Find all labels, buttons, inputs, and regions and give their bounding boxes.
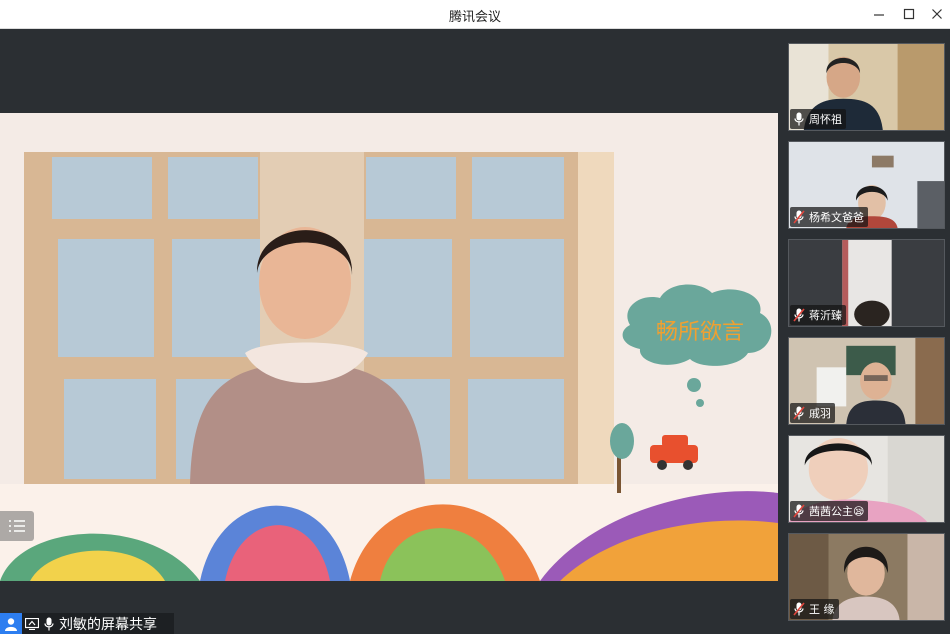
participant-tile[interactable]: 蒋沂臻 [788, 239, 945, 327]
mic-icon [793, 111, 805, 127]
participant-tile[interactable]: 茜茜公主😪 [788, 435, 945, 523]
participant-name: 茜茜公主😪 [809, 505, 865, 518]
user-icon [5, 617, 17, 631]
shared-screen-image: 畅所欲言 [0, 113, 778, 581]
mic-muted-icon [793, 503, 805, 519]
minimize-icon [874, 14, 884, 16]
participant-name: 戚羽 [809, 407, 831, 420]
window-title: 腾讯会议 [448, 10, 501, 25]
list-icon [9, 520, 25, 532]
banner-text: 畅所欲言 [656, 320, 744, 345]
mic-muted-icon [793, 307, 805, 323]
participant-tile[interactable]: 周怀祖 [788, 43, 945, 131]
participant-sidebar: 周怀祖 杨希文爸爸 蒋沂臻 戚羽 茜茜公主😪 王 缘 [778, 29, 950, 634]
participant-name-tag: 茜茜公主😪 [790, 501, 869, 521]
screen-share-label: 刘敏的屏幕共享 [59, 616, 157, 633]
screen-share-status: 刘敏的屏幕共享 [0, 613, 174, 634]
mic-muted-icon [793, 405, 805, 421]
participant-tile[interactable]: 王 缘 [788, 533, 945, 621]
screen-share-icon-wrap [25, 613, 39, 634]
participant-name: 周怀祖 [809, 113, 842, 126]
participant-name-tag: 杨希文爸爸 [790, 207, 868, 227]
close-icon [932, 9, 942, 19]
participant-name: 杨希文爸爸 [809, 211, 864, 224]
participant-name-tag: 戚羽 [790, 403, 835, 423]
participant-name-tag: 蒋沂臻 [790, 305, 846, 325]
maximize-icon [903, 8, 915, 20]
participant-tile[interactable]: 杨希文爸爸 [788, 141, 945, 229]
close-button[interactable] [926, 3, 948, 25]
mic-icon [44, 617, 54, 630]
mic-icon-wrap [42, 613, 56, 634]
title-bar: 腾讯会议 [0, 0, 950, 29]
mic-muted-icon [793, 209, 805, 225]
participant-name-tag: 周怀祖 [790, 109, 846, 129]
user-icon-button[interactable] [0, 613, 22, 634]
participant-name-tag: 王 缘 [790, 599, 839, 619]
mic-muted-icon [793, 601, 805, 617]
participant-tile[interactable]: 戚羽 [788, 337, 945, 425]
participant-name: 王 缘 [809, 603, 835, 616]
list-button[interactable] [0, 511, 34, 541]
maximize-button[interactable] [898, 3, 920, 25]
minimize-button[interactable] [868, 3, 890, 25]
participant-name: 蒋沂臻 [809, 309, 842, 322]
screen-share-icon [25, 617, 39, 630]
main-stage: 畅所欲言 [0, 29, 778, 634]
shared-screen: 畅所欲言 [0, 113, 778, 581]
